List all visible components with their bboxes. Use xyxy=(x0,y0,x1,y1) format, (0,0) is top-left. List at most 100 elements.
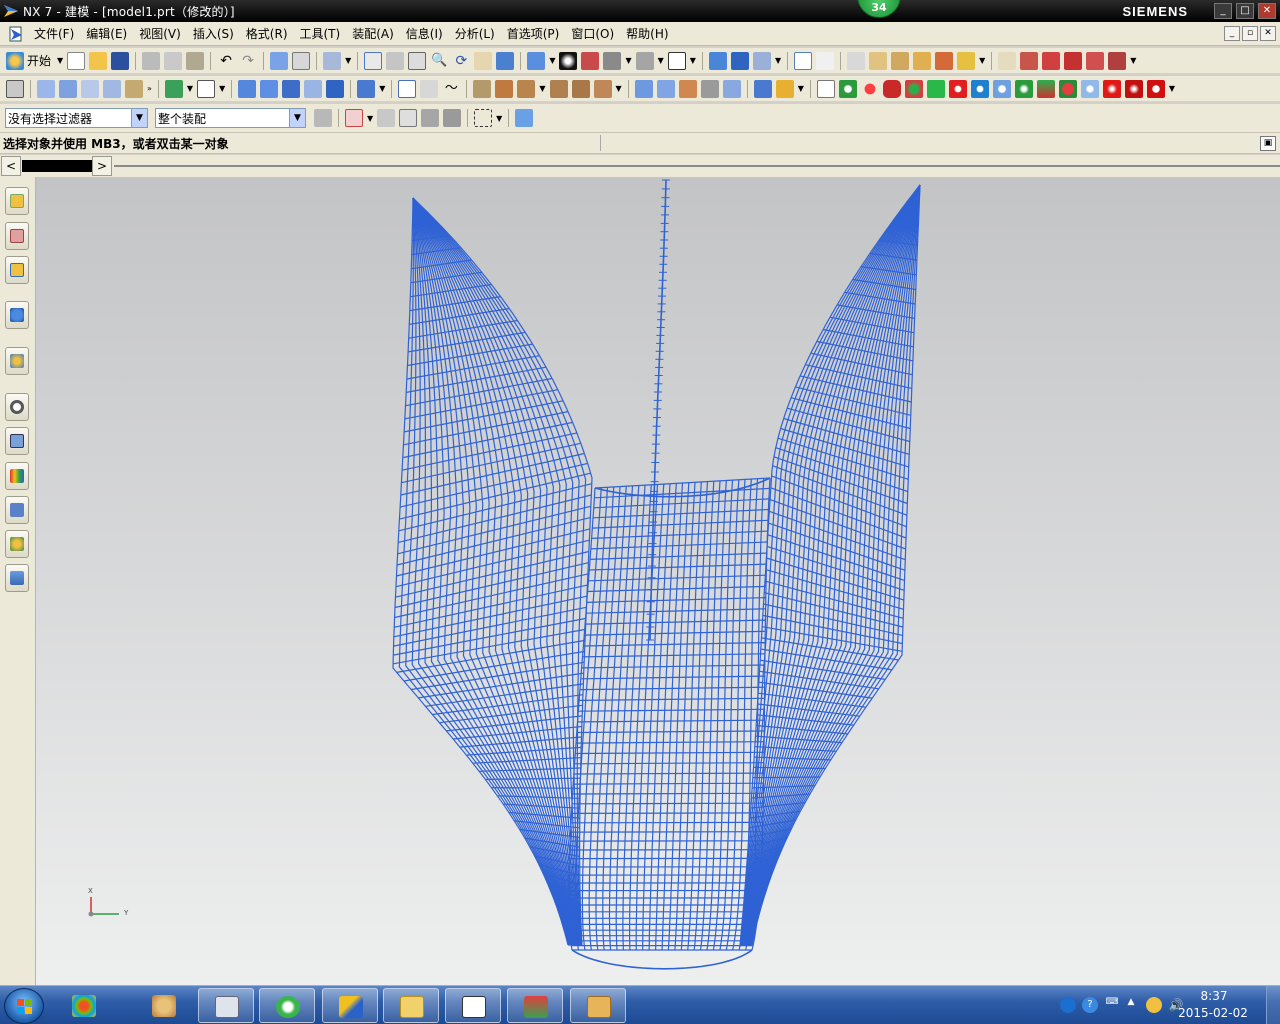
block-icon[interactable] xyxy=(238,79,257,98)
through-mesh-icon[interactable] xyxy=(656,79,675,98)
menu-window[interactable]: 窗口(O) xyxy=(565,25,620,42)
visualization-button[interactable] xyxy=(5,462,29,490)
dropdown-icon[interactable]: ▼ xyxy=(1130,56,1136,65)
burst-red-icon[interactable] xyxy=(1102,79,1121,98)
face-analysis-icon[interactable] xyxy=(603,51,622,70)
bridge-curve-icon[interactable] xyxy=(495,79,514,98)
menu-information[interactable]: 信息(I) xyxy=(400,25,449,42)
tab-scroll-left-button[interactable]: < xyxy=(1,156,21,176)
part-navigator-button[interactable] xyxy=(5,256,29,284)
thicken-icon[interactable] xyxy=(753,79,772,98)
constraint-navigator-button[interactable] xyxy=(5,222,29,250)
orient-view-icon[interactable] xyxy=(635,51,654,70)
gear-blue-icon[interactable] xyxy=(992,79,1011,98)
render-style-icon[interactable] xyxy=(559,51,578,70)
ruled-icon[interactable] xyxy=(722,79,741,98)
dropdown-icon[interactable]: ▼ xyxy=(496,114,502,123)
undo-icon[interactable]: ↶ xyxy=(217,52,235,70)
chevron-down-icon[interactable]: ▼ xyxy=(131,109,147,127)
new-file-icon[interactable] xyxy=(67,51,86,70)
curve-select-icon[interactable] xyxy=(421,109,440,127)
n-sided-icon[interactable] xyxy=(700,79,719,98)
taskbar-users[interactable] xyxy=(570,988,626,1023)
menu-assemblies[interactable]: 装配(A) xyxy=(346,25,400,42)
select-filter-icon[interactable] xyxy=(314,109,332,127)
menu-view[interactable]: 视图(V) xyxy=(133,25,187,42)
feature-select-icon[interactable] xyxy=(377,109,396,127)
join-curve-icon[interactable] xyxy=(517,79,536,98)
clock-date[interactable]: 2015-02-02 xyxy=(1173,1006,1253,1020)
dropdown-icon[interactable]: ▼ xyxy=(616,84,622,93)
book-icon[interactable] xyxy=(282,79,301,98)
sew-icon[interactable] xyxy=(775,79,794,98)
shaded-cube-icon[interactable] xyxy=(527,51,546,70)
system-scenes-button[interactable] xyxy=(5,564,29,592)
cylinder-icon[interactable] xyxy=(260,79,279,98)
cue-toggle-button[interactable]: ▣ xyxy=(1260,136,1276,151)
curve-analysis-icon[interactable] xyxy=(998,51,1017,70)
background-icon[interactable] xyxy=(667,51,686,70)
dropdown-icon[interactable]: ▼ xyxy=(658,56,664,65)
measure-distance-icon[interactable] xyxy=(847,51,866,70)
wcs-icon[interactable] xyxy=(708,51,727,70)
layer-green-icon[interactable] xyxy=(838,79,857,98)
tab-scroll-right-button[interactable]: > xyxy=(92,156,112,176)
web-browser-button[interactable] xyxy=(5,347,29,375)
section-curve-icon[interactable] xyxy=(571,79,590,98)
taskbar-paint[interactable] xyxy=(136,988,192,1023)
minimize-button[interactable]: _ xyxy=(1214,3,1232,19)
selection-scope-dropdown[interactable]: 整个装配 ▼ xyxy=(155,108,306,128)
true-shading-icon[interactable] xyxy=(581,51,600,70)
poles-icon[interactable] xyxy=(1086,51,1105,70)
snap-point-select-icon[interactable] xyxy=(345,109,363,127)
dropdown-icon[interactable]: ▼ xyxy=(219,84,225,93)
paste-icon[interactable] xyxy=(186,51,205,70)
dropdown-icon[interactable]: ▼ xyxy=(775,56,781,65)
taskbar-files[interactable] xyxy=(445,988,501,1023)
color-pick-icon[interactable] xyxy=(904,79,923,98)
dropdown-icon[interactable]: ▼ xyxy=(625,56,631,65)
snap-point-icon[interactable] xyxy=(794,51,813,70)
blend-icon[interactable] xyxy=(103,79,121,98)
torus-small-icon[interactable] xyxy=(1146,79,1165,98)
gear-light-icon[interactable] xyxy=(1080,79,1099,98)
cylinder-red-icon[interactable] xyxy=(882,79,901,98)
pan-icon[interactable] xyxy=(474,51,493,70)
snap-end-icon[interactable] xyxy=(816,51,835,70)
blank-sheet-icon[interactable] xyxy=(816,79,835,98)
fit-icon[interactable] xyxy=(364,51,383,70)
start-button[interactable]: 开始 xyxy=(27,52,51,69)
doc-close-button[interactable]: ✕ xyxy=(1260,26,1276,41)
roles-button[interactable] xyxy=(5,530,29,558)
mesh-surface[interactable] xyxy=(36,177,1280,985)
inflection-icon[interactable] xyxy=(1064,51,1083,70)
start-button[interactable] xyxy=(4,988,44,1024)
dropdown-icon[interactable]: ▼ xyxy=(979,56,985,65)
overflow-icon[interactable]: » xyxy=(147,84,152,93)
notification-badge[interactable]: 34 xyxy=(857,0,901,18)
document-menu-icon[interactable] xyxy=(8,26,24,42)
history-button[interactable] xyxy=(5,393,29,421)
taskbar-calculator[interactable] xyxy=(198,988,254,1023)
dropdown-icon[interactable]: ▼ xyxy=(367,114,373,123)
start-icon[interactable] xyxy=(6,51,24,70)
wcs-orient-icon[interactable] xyxy=(730,51,749,70)
dropdown-icon[interactable]: ▼ xyxy=(549,56,555,65)
copy-icon[interactable] xyxy=(164,51,183,70)
doc-minimize-button[interactable]: _ xyxy=(1224,26,1240,41)
process-studio-button[interactable] xyxy=(5,496,29,524)
taskbar-game[interactable] xyxy=(507,988,563,1023)
assembly-navigator-button[interactable] xyxy=(5,187,29,215)
select-curve-icon[interactable] xyxy=(398,79,417,98)
start-dropdown-icon[interactable]: ▼ xyxy=(57,56,63,65)
through-curves-icon[interactable] xyxy=(634,79,653,98)
dropdown-icon[interactable]: ▼ xyxy=(379,84,385,93)
extrude-icon[interactable] xyxy=(59,79,77,98)
taskbar-explorer[interactable] xyxy=(56,988,112,1023)
menu-preferences[interactable]: 首选项(P) xyxy=(501,25,566,42)
graph-icon[interactable] xyxy=(1108,51,1127,70)
torus-red-icon[interactable] xyxy=(948,79,967,98)
curvature-comb-icon[interactable] xyxy=(1020,51,1039,70)
system-materials-button[interactable] xyxy=(5,427,29,455)
project-curve-icon[interactable] xyxy=(420,79,439,98)
